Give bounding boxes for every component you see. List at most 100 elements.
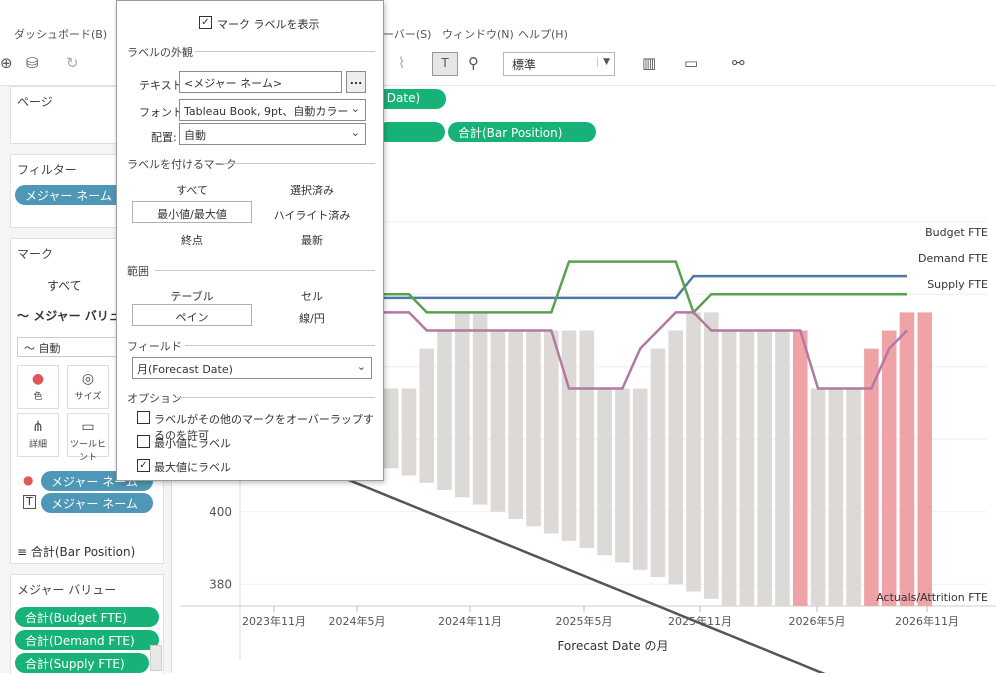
size-label: サイズ [74,392,102,402]
chart-bars [383,312,933,606]
scope-opt-pane[interactable]: ペイン [132,304,252,326]
fit-select[interactable]: 標準 ▼ [503,52,615,76]
y-tick-label: 380 [209,577,232,591]
chevron-down-icon: ▼ [597,57,610,67]
marks-opt-latest[interactable]: 最新 [252,232,372,248]
mark-type-select[interactable]: 〜 自動 [17,337,127,357]
field-section: フィールド [127,340,182,353]
marks-opt-selected[interactable]: 選択済み [252,182,372,198]
refresh-icon[interactable]: ↻ [66,54,79,72]
marks-opt-minmax[interactable]: 最小値/最大値 [132,201,252,223]
x-tick-label: 2024年11月 [438,614,502,628]
tooltip-button[interactable]: ▭ ツールヒント [67,413,109,463]
divider [155,270,375,271]
bar [526,330,541,527]
mv-pill-supply[interactable]: 合計(Supply FTE) [15,653,149,673]
bar [704,312,719,599]
mark-pill-text[interactable]: メジャー ネーム [41,493,153,513]
mv-pill-demand[interactable]: 合計(Demand FTE) [15,630,159,650]
line-icon: 〜 [17,309,34,323]
pin-icon[interactable]: ⚲ [468,54,479,72]
label-min-checkbox[interactable] [137,435,150,448]
series-label: Demand FTE [918,252,988,265]
bar [739,330,755,606]
field-select[interactable]: 月(Forecast Date) ⌄ [132,357,372,379]
scope-opt-cell[interactable]: セル [252,288,372,304]
show-labels-icon[interactable]: T [432,52,458,76]
bar-position-label: 合計(Bar Position) [30,545,136,559]
bars-icon: ≡ [17,545,31,559]
bar [561,330,577,541]
share-icon[interactable]: ⚯ [732,54,745,72]
pages-title: ページ [17,95,53,109]
bar [810,388,826,606]
marks-all-tab[interactable]: すべて [47,277,82,294]
font-select[interactable]: Tableau Book, 9pt、自動カラー ⌄ [179,99,366,121]
attach-icon[interactable]: ⌇ [398,54,405,72]
bar [383,388,399,469]
field-value: 月(Forecast Date) [137,363,233,376]
bar [881,330,897,606]
align-select[interactable]: 自動 ⌄ [179,123,366,145]
measure-values-scrollbar[interactable] [150,645,162,671]
divider [195,51,375,52]
appearance-section: ラベルの外観 [127,46,193,59]
detail-label: 詳細 [28,440,47,450]
font-value: Tableau Book, 9pt、自動カラー [184,105,349,118]
marks-opt-endpoints[interactable]: 終点 [132,232,252,248]
y-tick-label: 400 [209,505,232,519]
bar [917,312,933,606]
bar [668,330,684,585]
size-button[interactable]: ◎ サイズ [67,365,109,409]
chevron-down-icon: ⌄ [350,102,360,115]
overlap-checkbox[interactable] [137,411,150,424]
bar [508,330,523,519]
options-section: オプション [127,392,182,405]
bar [828,388,844,606]
bar [455,312,470,498]
show-me-icon[interactable]: ▥ [642,54,656,72]
marks-opt-highlighted[interactable]: ハイライト済み [252,207,372,223]
divider [221,163,375,164]
text-input[interactable]: <メジャー ネーム> [179,71,342,93]
measure-values-title: メジャー バリュー [17,583,117,597]
bar-position-field[interactable]: ≡ 合計(Bar Position) [17,543,135,560]
datasource-icon[interactable]: ⛁ [26,54,39,72]
x-tick-label: 2024年5月 [329,614,386,628]
marks-title: マーク [17,247,54,261]
divider [175,397,375,398]
align-value: 自動 [184,129,206,142]
divider [185,345,375,346]
bar [650,348,666,577]
label-max-label: 最大値にラベル [154,461,231,474]
scope-opt-line[interactable]: 線/円 [252,310,372,326]
fit-select-value: 標準 [512,58,537,72]
x-tick-label: 2026年5月 [789,614,846,628]
series-label: Actuals/Attrition FTE [876,591,988,604]
rows-pill-1[interactable] [377,122,445,142]
color-button[interactable]: ● 色 [17,365,59,409]
menu-help[interactable]: ヘルプ(H) [518,26,568,42]
mark-label-dialog: ✓ マーク ラベルを表示 ラベルの外観 テキスト: <メジャー ネーム> ...… [116,0,384,481]
text-edit-button[interactable]: ... [346,71,366,93]
bar [686,312,701,592]
marks-opt-all[interactable]: すべて [132,182,252,198]
x-tick-label: 2026年11月 [895,614,959,628]
new-datasource-icon[interactable]: ⊕ [0,54,13,72]
text-mark-icon: T [23,495,36,509]
presentation-icon[interactable]: ▭ [684,54,698,72]
scope-opt-table[interactable]: テーブル [132,288,252,304]
menu-dashboard[interactable]: ダッシュボード(B) [14,26,107,42]
show-labels-label: マーク ラベルを表示 [217,18,320,31]
bar [775,330,790,606]
label-max-checkbox[interactable]: ✓ [137,459,150,472]
mark-type-value: 自動 [38,342,61,355]
menu-window[interactable]: ウィンドウ(N) [442,26,514,42]
rows-pill-2[interactable]: 合計(Bar Position) [448,122,596,142]
detail-button[interactable]: ⋔ 詳細 [17,413,59,457]
bar [490,330,506,512]
show-labels-checkbox[interactable]: ✓ [199,16,212,29]
bar [437,330,452,490]
series-label: Budget FTE [925,226,988,239]
mv-pill-budget[interactable]: 合計(Budget FTE) [15,607,159,627]
